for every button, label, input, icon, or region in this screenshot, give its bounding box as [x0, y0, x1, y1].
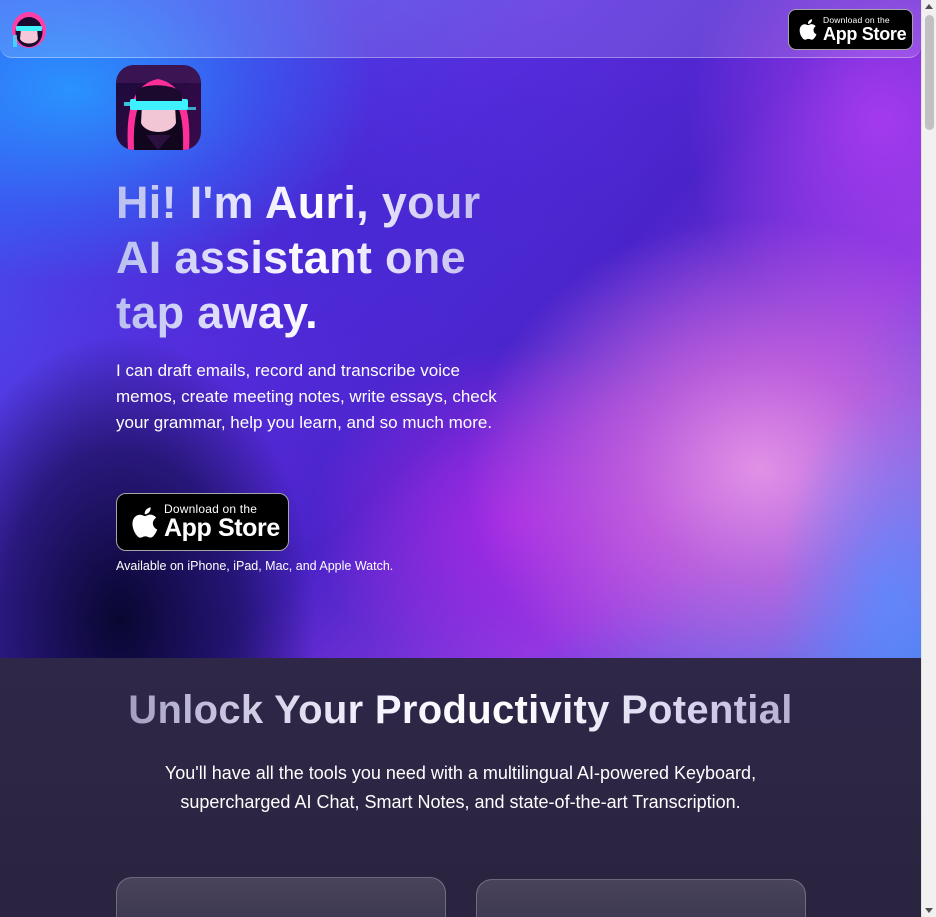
hero-section: Hi! I'm Auri, your AI assistant one tap …	[0, 0, 921, 658]
badge-top-label: Download on the	[823, 14, 890, 25]
top-navbar: Download on the App Store	[0, 0, 921, 58]
page: Hi! I'm Auri, your AI assistant one tap …	[0, 0, 921, 917]
feature-card[interactable]	[116, 877, 446, 917]
nav-app-store-button[interactable]: Download on the App Store	[788, 9, 913, 50]
auri-logo-icon	[12, 12, 46, 48]
home-logo-link[interactable]	[10, 9, 48, 49]
page-scrollbar[interactable]	[921, 0, 936, 917]
features-title: Unlock Your Productivity Potential	[0, 688, 921, 733]
app-store-download-button[interactable]: Download on the App Store	[116, 493, 289, 551]
hero-title: Hi! I'm Auri, your AI assistant one tap …	[116, 175, 516, 340]
badge-main-label: App Store	[164, 514, 280, 542]
availability-note: Available on iPhone, iPad, Mac, and Appl…	[116, 559, 394, 573]
badge-top-label: Download on the	[164, 502, 258, 516]
scroll-up-arrow-icon[interactable]	[925, 4, 933, 9]
auri-avatar-icon	[116, 65, 201, 150]
features-description: You'll have all the tools you need with …	[164, 763, 757, 812]
features-section: Unlock Your Productivity Potential You'l…	[0, 658, 921, 917]
scroll-down-arrow-icon[interactable]	[925, 908, 933, 913]
badge-main-label: App Store	[823, 24, 907, 45]
scroll-thumb[interactable]	[925, 15, 934, 130]
apple-icon	[132, 506, 158, 538]
hero-description: I can draft emails, record and transcrib…	[116, 361, 497, 432]
apple-icon	[799, 19, 817, 40]
feature-card[interactable]	[476, 879, 806, 917]
